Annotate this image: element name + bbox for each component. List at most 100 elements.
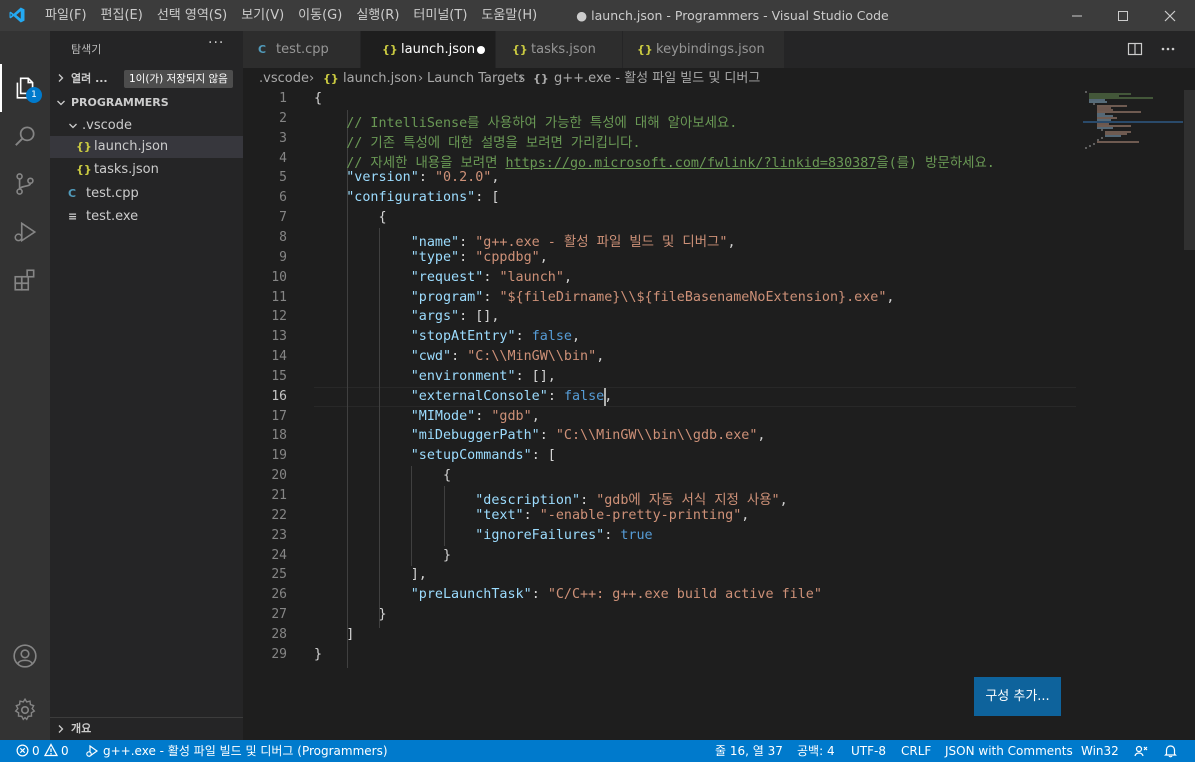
code-line[interactable]: "environment": [], (314, 369, 556, 384)
maximize-icon (1118, 10, 1128, 21)
tree-folder-vscode[interactable]: .vscode (50, 115, 243, 137)
menu-file[interactable]: 파일(F) (38, 0, 94, 31)
line-number: 16 (271, 388, 287, 404)
code-line[interactable]: "args": [], (314, 309, 500, 324)
tab-launch-json[interactable]: {} launch.json (361, 31, 496, 68)
breadcrumb-file[interactable]: launch.json (343, 68, 417, 90)
tree-file-test-cpp[interactable]: C test.cpp (50, 183, 243, 205)
manage-activity[interactable] (0, 686, 50, 734)
code-line[interactable]: { (314, 210, 386, 225)
code-line[interactable]: // 자세한 내용을 보려면 https://go.microsoft.com/… (314, 151, 995, 171)
workspace-section[interactable]: PROGRAMMERS (50, 92, 243, 114)
warning-count: 0 (61, 744, 69, 758)
code-line[interactable]: { (314, 468, 451, 483)
vertical-scrollbar[interactable] (1184, 90, 1195, 250)
tab-keybindings-json[interactable]: {} keybindings.json (623, 31, 785, 68)
eol-status[interactable]: CRLF (901, 740, 931, 762)
outline-section[interactable]: 개요 (50, 717, 243, 739)
menu-selection[interactable]: 선택 영역(S) (150, 0, 234, 31)
extensions-activity[interactable] (0, 256, 50, 304)
code-line[interactable]: "version": "0.2.0", (314, 170, 499, 185)
code-line[interactable]: // IntelliSense를 사용하여 가능한 특성에 대해 알아보세요. (314, 111, 737, 131)
menu-edit[interactable]: 편집(E) (94, 0, 150, 31)
line-number: 7 (279, 210, 287, 226)
menu-view[interactable]: 보기(V) (234, 0, 291, 31)
line-number: 15 (271, 368, 287, 384)
code-line[interactable]: "name": "g++.exe - 활성 파일 빌드 및 디버그", (314, 230, 736, 250)
explorer-activity[interactable] (0, 64, 50, 112)
code-line[interactable]: "request": "launch", (314, 270, 572, 285)
breadcrumb-folder[interactable]: .vscode (259, 68, 309, 90)
code-line[interactable]: "MIMode": "gdb", (314, 409, 540, 424)
code-line[interactable]: "setupCommands": [ (314, 448, 556, 463)
line-number: 4 (279, 150, 287, 166)
code-line[interactable]: "configurations": [ (314, 190, 499, 205)
code-line[interactable]: "cwd": "C:\\MinGW\\bin", (314, 349, 605, 364)
explorer-sidebar: 탐색기 ··· 열려 ... 1이(가) 저장되지 않음 PROGRAMMERS… (50, 31, 243, 740)
add-configuration-button[interactable]: 구성 추가... (974, 677, 1061, 716)
breadcrumb-launch-targets[interactable]: Launch Targets (427, 68, 525, 90)
notifications-bell-icon[interactable] (1164, 744, 1177, 758)
code-line[interactable]: } (314, 607, 386, 622)
breadcrumb: .vscode › {} launch.json › Launch Target… (243, 68, 1195, 90)
menu-help[interactable]: 도움말(H) (474, 0, 544, 31)
text-cursor (604, 388, 606, 406)
settings-gear-icon (14, 697, 36, 721)
line-number: 10 (271, 269, 287, 285)
menu-go[interactable]: 이동(G) (291, 0, 349, 31)
code-line[interactable]: } (314, 647, 322, 662)
breadcrumb-config[interactable]: g++.exe - 활성 파일 빌드 및 디버그 (554, 68, 760, 90)
close-window-button[interactable] (1147, 0, 1193, 31)
maximize-button[interactable] (1100, 0, 1146, 31)
platform-status[interactable]: Win32 (1081, 740, 1119, 762)
code-line[interactable]: "type": "cppdbg", (314, 250, 548, 265)
split-editor-icon[interactable] (1127, 41, 1143, 57)
source-control-icon (16, 173, 34, 195)
run-debug-activity[interactable] (0, 208, 50, 256)
extensions-icon (14, 269, 35, 291)
code-line[interactable]: "externalConsole": false, (314, 389, 613, 404)
minimap[interactable] (1083, 90, 1183, 170)
code-line[interactable]: "text": "-enable-pretty-printing", (314, 508, 749, 523)
code-editor[interactable]: { // IntelliSense를 사용하여 가능한 특성에 대해 알아보세요… (243, 90, 1195, 740)
tab-tasks-json[interactable]: {} tasks.json (496, 31, 623, 68)
source-control-activity[interactable] (0, 160, 50, 208)
code-line[interactable]: "stopAtEntry": false, (314, 329, 580, 344)
breadcrumb-separator: › (418, 71, 424, 86)
code-line[interactable]: ] (314, 627, 354, 642)
code-line[interactable]: "description": "gdb에 자동 서식 지정 사용", (314, 488, 787, 508)
cursor-position-status[interactable]: 줄 16, 열 37 (715, 740, 783, 762)
code-line[interactable]: ], (314, 567, 427, 582)
menu-run[interactable]: 실행(R) (349, 0, 406, 31)
indentation-status[interactable]: 공백: 4 (797, 740, 835, 762)
sidebar-more-actions[interactable]: ··· (208, 35, 224, 51)
tree-label: tasks.json (94, 162, 159, 177)
unsaved-dot-icon[interactable] (477, 46, 485, 54)
tree-file-test-exe[interactable]: ≡ test.exe (50, 206, 243, 228)
code-line[interactable]: "program": "${fileDirname}\\${fileBasena… (314, 290, 895, 305)
more-actions-icon[interactable] (1160, 41, 1176, 57)
chevron-down-icon (69, 123, 77, 129)
tab-test-cpp[interactable]: C test.cpp (243, 31, 361, 68)
object-icon: {} (533, 72, 549, 85)
encoding-status[interactable]: UTF-8 (851, 740, 886, 762)
menu-terminal[interactable]: 터미널(T) (406, 0, 474, 31)
code-line[interactable]: { (314, 91, 322, 106)
code-line[interactable]: } (314, 548, 451, 563)
accounts-activity[interactable] (0, 632, 50, 680)
search-activity[interactable] (0, 112, 50, 160)
line-number: 5 (279, 170, 287, 186)
language-mode-status[interactable]: JSON with Comments (945, 740, 1073, 762)
code-line[interactable]: "ignoreFailures": true (314, 528, 652, 543)
tree-file-launch-json[interactable]: {} launch.json (50, 136, 243, 158)
code-line[interactable]: // 기존 특성에 대한 설명을 보려면 가리킵니다. (314, 131, 640, 151)
tree-file-tasks-json[interactable]: {} tasks.json (50, 159, 243, 181)
explorer-badge: 1 (26, 87, 42, 103)
json-icon: {} (76, 140, 92, 153)
line-number: 11 (271, 289, 287, 305)
minimize-button[interactable] (1054, 0, 1100, 31)
code-line[interactable]: "miDebuggerPath": "C:\\MinGW\\bin\\gdb.e… (314, 428, 766, 443)
status-bar: 0 0 g++.exe - 활성 파일 빌드 및 디버그 (Programmer… (0, 740, 1195, 762)
feedback-icon[interactable] (1134, 744, 1149, 758)
code-line[interactable]: "preLaunchTask": "C/C++: g++.exe build a… (314, 587, 822, 602)
